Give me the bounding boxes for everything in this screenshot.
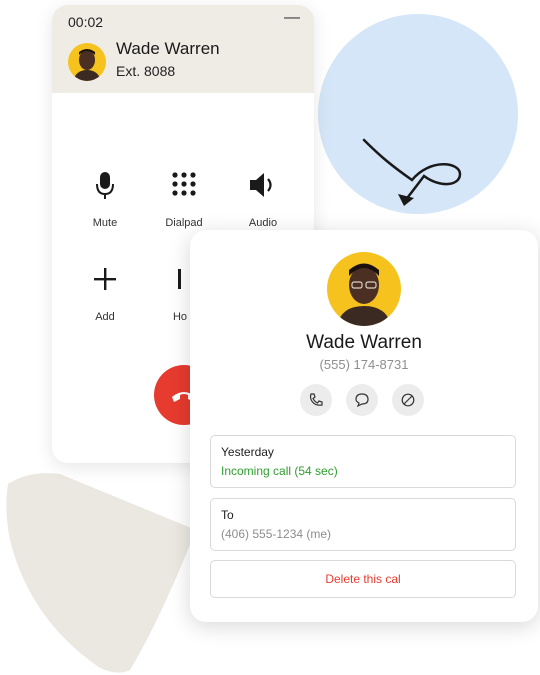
to-title: To	[221, 508, 234, 522]
phone-icon	[309, 393, 323, 406]
add-button[interactable]: Add	[65, 263, 145, 325]
to-value: (406) 555-1234 (me)	[221, 527, 332, 541]
contact-name: Wade Warren	[306, 332, 422, 353]
delete-call-button[interactable]: Delete this cal	[210, 560, 516, 598]
caller-extension: Ext. 8088	[116, 63, 176, 79]
contact-details-card: Wade Warren (555) 174-8731 Yesterday Inc…	[190, 230, 538, 622]
contact-avatar	[327, 252, 401, 326]
call-history-box: Yesterday Incoming call (54 sec)	[210, 435, 516, 488]
message-contact-button[interactable]	[346, 384, 378, 416]
decorative-beige-wedge	[6, 473, 197, 673]
curved-arrow-icon	[362, 138, 462, 206]
speaker-icon	[250, 173, 272, 197]
call-header: 00:02 — Wade Warren Ext. 8088	[52, 5, 314, 93]
dialpad-label: Dialpad	[165, 217, 203, 229]
block-contact-button[interactable]	[392, 384, 424, 416]
audio-button[interactable]: Audio	[223, 169, 303, 231]
dialpad-icon	[172, 172, 196, 196]
minimize-button[interactable]: —	[284, 9, 300, 27]
history-title: Yesterday	[221, 445, 274, 459]
block-icon	[401, 393, 415, 407]
mute-button[interactable]: Mute	[65, 169, 145, 231]
call-contact-button[interactable]	[300, 384, 332, 416]
contact-phone: (555) 174-8731	[319, 357, 409, 372]
plus-icon	[94, 268, 116, 290]
dialpad-button[interactable]: Dialpad	[144, 169, 224, 231]
hold-label: Ho	[172, 311, 188, 323]
hold-icon	[178, 269, 181, 289]
caller-name: Wade Warren	[116, 39, 220, 58]
avatar	[68, 43, 106, 81]
recipient-box: To (406) 555-1234 (me)	[210, 498, 516, 551]
history-value: Incoming call (54 sec)	[221, 464, 338, 478]
mute-label: Mute	[92, 217, 118, 229]
message-icon	[355, 393, 369, 408]
call-timer: 00:02	[68, 14, 104, 30]
add-label: Add	[95, 311, 115, 323]
audio-label: Audio	[248, 217, 278, 229]
microphone-icon	[96, 172, 114, 199]
